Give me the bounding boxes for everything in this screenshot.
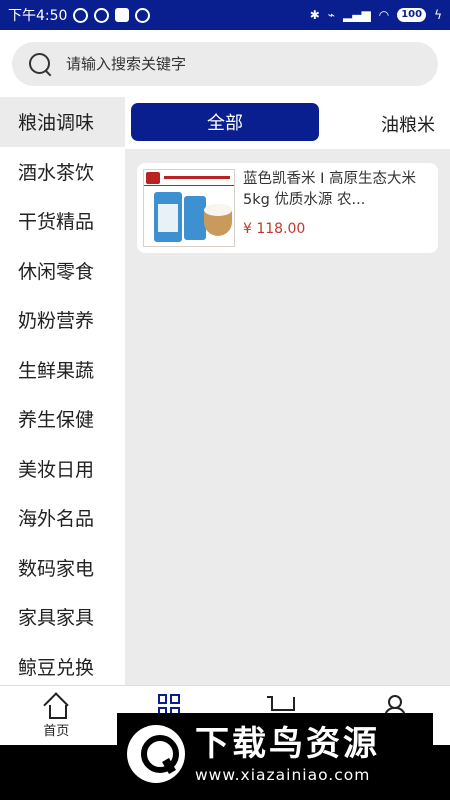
sidebar-item-fresh-produce[interactable]: 生鲜果蔬 bbox=[0, 345, 125, 395]
sidebar-item-drinks[interactable]: 酒水茶饮 bbox=[0, 147, 125, 197]
sidebar-item-dried-goods[interactable]: 干货精品 bbox=[0, 196, 125, 246]
notification-icon bbox=[135, 7, 151, 23]
status-left: 下午4:50 bbox=[8, 5, 151, 25]
search-icon[interactable] bbox=[28, 52, 52, 76]
product-panel: 全部 油粮米 蓝色凯香米 I 高原生态大米 5kg 优质水源 农... ¥ 11… bbox=[125, 97, 450, 685]
status-time: 下午4:50 bbox=[8, 8, 68, 24]
watermark-url: www.xiazainiao.com bbox=[195, 765, 371, 784]
search-input[interactable] bbox=[66, 55, 406, 73]
app-notification-icon bbox=[115, 8, 130, 22]
product-title[interactable]: 蓝色凯香米 I 高原生态大米 5kg 优质水源 农... bbox=[243, 169, 432, 211]
watermark-logo-icon bbox=[127, 724, 185, 783]
tab-grain-rice[interactable]: 油粮米 bbox=[381, 111, 435, 137]
watermark-title: 下载鸟资源 bbox=[195, 723, 380, 764]
nav-home[interactable]: 首页 bbox=[0, 686, 113, 745]
status-right: ✱ ⌁ ▂▄▆ ◠ 100 ϟ bbox=[310, 8, 442, 22]
sidebar-item-beauty[interactable]: 美妆日用 bbox=[0, 444, 125, 494]
product-card[interactable]: 蓝色凯香米 I 高原生态大米 5kg 优质水源 农... ¥ 118.00 bbox=[137, 163, 438, 253]
search-box[interactable] bbox=[12, 42, 438, 86]
product-image-banner bbox=[144, 170, 234, 186]
rice-bowl-graphic bbox=[204, 204, 232, 236]
product-image[interactable] bbox=[143, 169, 235, 247]
nav-home-label: 首页 bbox=[43, 724, 70, 739]
wifi-icon: ◠ bbox=[378, 8, 390, 22]
bluetooth-icon: ✱ bbox=[309, 8, 320, 22]
watermark: 下载鸟资源 www.xiazainiao.com bbox=[117, 713, 433, 794]
rice-bag-graphic bbox=[154, 192, 182, 242]
sidebar-item-snacks[interactable]: 休闲零食 bbox=[0, 246, 125, 296]
home-icon bbox=[43, 694, 69, 719]
sidebar-item-health[interactable]: 养生保健 bbox=[0, 394, 125, 444]
product-price: ¥ 118.00 bbox=[243, 221, 306, 237]
sidebar-item-overseas[interactable]: 海外名品 bbox=[0, 493, 125, 543]
category-sidebar: 粮油调味 酒水茶饮 干货精品 休闲零食 奶粉营养 生鲜果蔬 养生保健 美妆日用 … bbox=[0, 97, 125, 685]
sidebar-item-grain-oil[interactable]: 粮油调味 bbox=[0, 97, 125, 147]
tab-all[interactable]: 全部 bbox=[131, 103, 319, 141]
notification-icon bbox=[94, 7, 110, 23]
status-bar: 下午4:50 ✱ ⌁ ▂▄▆ ◠ 100 ϟ bbox=[0, 0, 450, 30]
product-info: 蓝色凯香米 I 高原生态大米 5kg 优质水源 农... ¥ 118.00 bbox=[243, 169, 432, 247]
mute-icon: ⌁ bbox=[327, 8, 336, 22]
sidebar-item-redeem[interactable]: 鲸豆兑换 bbox=[0, 642, 125, 686]
notification-icon bbox=[73, 7, 89, 23]
rice-bag-graphic bbox=[184, 196, 206, 240]
sidebar-item-electronics[interactable]: 数码家电 bbox=[0, 543, 125, 593]
sidebar-item-furniture[interactable]: 家具家具 bbox=[0, 592, 125, 642]
watermark-text: 下载鸟资源 www.xiazainiao.com bbox=[195, 724, 380, 784]
signal-icon: ▂▄▆ bbox=[343, 8, 371, 22]
search-area bbox=[0, 30, 450, 97]
battery-indicator: 100 bbox=[397, 8, 427, 22]
subcategory-tabs: 全部 油粮米 bbox=[125, 97, 450, 149]
charging-icon: ϟ bbox=[434, 8, 442, 22]
sidebar-item-milk-powder[interactable]: 奶粉营养 bbox=[0, 295, 125, 345]
